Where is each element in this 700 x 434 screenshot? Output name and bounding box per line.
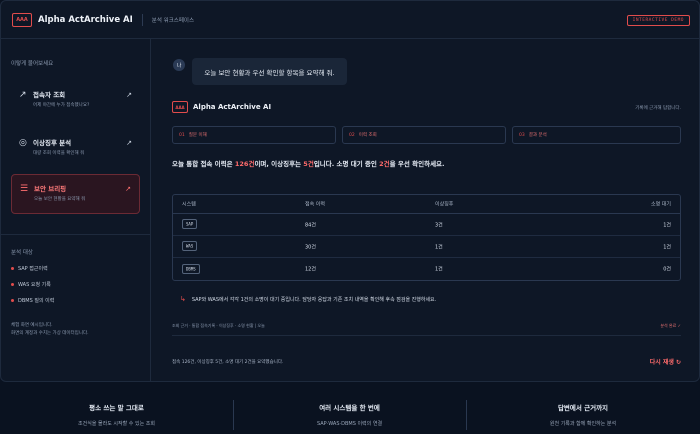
- target-item-was: WAS 요청 기록: [11, 281, 51, 288]
- sidebar-heading: 이렇게 물어보세요: [11, 61, 54, 67]
- step-query: 02 이력 조회: [342, 126, 506, 144]
- summary-text: 접속 126건, 이상징후 5건, 소명 대기 2건을 요약했습니다.: [172, 360, 284, 365]
- brand-logo: AAA: [12, 12, 32, 27]
- sidebar: 이렇게 물어보세요 ↗ 접속자 조회 어제 야간에 누가 접속했나요? ↗ ◎ …: [1, 39, 151, 381]
- table-row: SAP 84건 3건 1건: [173, 214, 680, 236]
- sidebar-item-desc: 어제 야간에 누가 접속했나요?: [33, 103, 90, 108]
- target-item-dbms: DBMS 질의 이력: [11, 297, 54, 304]
- bullet-dot-icon: [11, 299, 14, 302]
- header-system: 시스템: [182, 201, 196, 208]
- header-access: 접속 이력: [305, 201, 325, 208]
- content-divider: [172, 335, 681, 336]
- arrow-up-right-icon: ↗: [126, 91, 132, 99]
- demo-badge: INTERACTIVE DEMO: [626, 15, 690, 26]
- feature-natural-language: 평소 쓰는 말 그대로 조건식을 몰라도 시작할 수 있는 조회: [78, 404, 155, 427]
- arrow-up-right-icon: ↗: [19, 90, 27, 100]
- feature-multi-system: 여러 시스템을 한 번에 SAP·WAS·DBMS 이력의 연결: [316, 404, 383, 427]
- list-icon: ☰: [20, 184, 29, 194]
- table-header: 시스템 접속 이력 이상징후 소명 대기: [173, 195, 680, 214]
- header-pending: 소명 대기: [651, 201, 671, 208]
- top-bar: AAA Alpha ActArchive AI 분석 워크스페이스 INTERA…: [1, 1, 699, 39]
- sidebar-item-desc: 대량 조회 이력을 확인해 줘: [33, 151, 85, 156]
- sidebar-item-title: 이상징후 분석: [33, 139, 72, 147]
- pending-count: 2건: [379, 160, 390, 168]
- chat-panel: 나 오늘 보안 현황과 우선 확인할 항목을 요약해 줘. AAA Alpha …: [152, 39, 699, 381]
- table-row: WAS 30건 1건 1건: [173, 236, 680, 258]
- step-understand: 01 질문 이해: [172, 126, 336, 144]
- total-count: 126건: [234, 160, 255, 168]
- answer-text: 오늘 통합 접속 이력은 126건이며, 이상징후는 5건입니다. 소명 대기 …: [172, 160, 445, 168]
- target-heading: 분석 대상: [11, 250, 33, 256]
- workspace-label: 분석 워크스페이스: [151, 17, 195, 24]
- feature-evidence: 답변에서 근거까지 원천 기록과 함께 확인하는 분석: [549, 404, 617, 427]
- sidebar-item-anomaly-analysis[interactable]: ◎ 이상징후 분석 대량 조회 이력을 확인해 줘 ↗: [11, 129, 140, 169]
- arrow-up-right-icon: ↗: [126, 139, 132, 147]
- header-anomaly: 이상징후: [435, 201, 454, 208]
- corner-arrow-icon: ↳: [180, 295, 186, 303]
- title-divider: [141, 13, 143, 26]
- user-avatar: 나: [173, 59, 185, 71]
- sidebar-item-visitor-query[interactable]: ↗ 접속자 조회 어제 야간에 누가 접속했나요? ↗: [11, 81, 140, 121]
- user-message: 오늘 보안 현황과 우선 확인할 항목을 요약해 줘.: [192, 58, 347, 85]
- anomaly-count: 5건: [303, 160, 314, 168]
- sidebar-item-title: 접속자 조회: [33, 91, 66, 99]
- summary-table: 시스템 접속 이력 이상징후 소명 대기 SAP 84건 3건 1건 WAS 3…: [172, 194, 681, 281]
- system-tag: WAS: [182, 241, 198, 251]
- target-icon: ◎: [19, 138, 27, 148]
- demo-note-line2: 화면의 계정과 수치는 가상 데이터입니다.: [11, 331, 89, 336]
- app-window: AAA Alpha ActArchive AI 분석 워크스페이스 INTERA…: [0, 0, 700, 382]
- ai-name: Alpha ActArchive AI: [193, 103, 272, 111]
- ai-logo: AAA: [172, 101, 188, 113]
- ai-note: 기록에 근거해 답합니다.: [635, 106, 681, 111]
- sidebar-item-security-briefing[interactable]: ☰ 보안 브리핑 오늘 보안 현황을 요약해 줘 ↗: [11, 174, 140, 214]
- demo-note-line1: 체험 화면 예시입니다.: [11, 323, 53, 328]
- sidebar-item-desc: 오늘 보안 현황을 요약해 줘: [34, 197, 86, 202]
- alert-message: ↳ SAP와 WAS에서 각각 1건의 소명이 대기 중입니다. 담당자 응답과…: [180, 295, 437, 303]
- target-item-sap: SAP 접근이력: [11, 265, 48, 272]
- step-analyze: 03 결과 분석: [512, 126, 681, 144]
- sidebar-divider: [1, 234, 151, 235]
- replay-button[interactable]: 다시 재생 ↻: [650, 357, 681, 366]
- sidebar-item-title: 보안 브리핑: [34, 185, 67, 193]
- table-row: DBMS 12건 1건 0건: [173, 258, 680, 280]
- system-tag: SAP: [182, 219, 198, 229]
- analysis-status: 분석 완료 ✓: [660, 323, 681, 328]
- arrow-up-right-icon: ↗: [125, 185, 131, 193]
- bullet-dot-icon: [11, 283, 14, 286]
- app-title: Alpha ActArchive AI: [38, 14, 133, 25]
- source-meta: 조회 근거 · 통합 접속기록 · 이상징후 · 소명 현황 | 오늘: [172, 323, 265, 328]
- bullet-dot-icon: [11, 267, 14, 270]
- system-tag: DBMS: [182, 263, 200, 274]
- feature-footer: 평소 쓰는 말 그대로 조건식을 몰라도 시작할 수 있는 조회 여러 시스템을…: [0, 390, 700, 434]
